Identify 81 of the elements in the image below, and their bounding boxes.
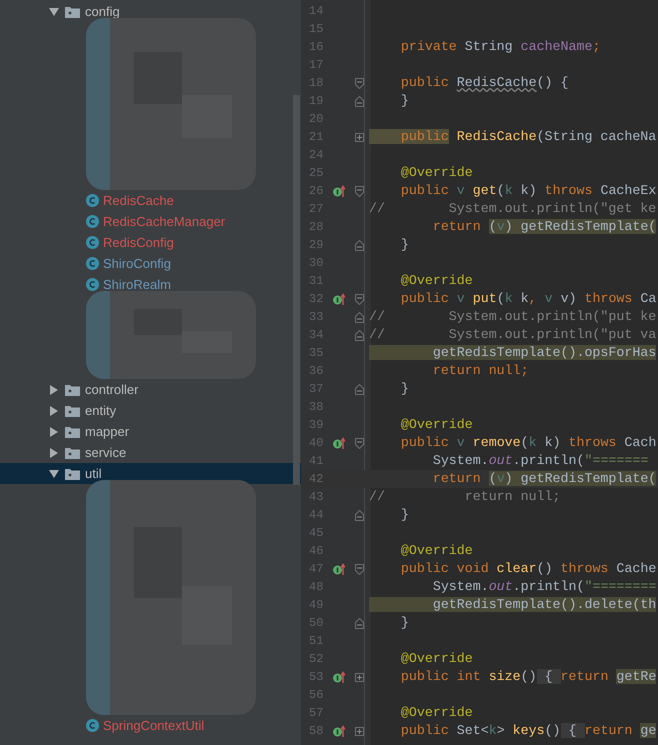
code-line: @Override: [400, 272, 473, 290]
override-icon[interactable]: [333, 437, 345, 449]
folder-row[interactable]: mapper: [0, 421, 301, 442]
code-line: // System.out.println("get ke: [369, 200, 656, 218]
folder-icon: [65, 446, 80, 458]
code-line: }: [400, 380, 409, 398]
folder-row[interactable]: config: [0, 1, 301, 22]
code-line: System.out.println("========: [432, 578, 656, 596]
class-icon: [86, 257, 99, 270]
folder-label: mapper: [85, 422, 130, 441]
folder-row[interactable]: service: [0, 442, 301, 463]
class-label: SpringContextUtil: [103, 716, 204, 735]
expanded-arrow-icon[interactable]: [49, 468, 59, 478]
folder-label: controller: [85, 380, 138, 399]
class-icon: [86, 215, 99, 228]
code-line: public RedisCache(String cacheNa: [369, 127, 656, 147]
collapse-fold-icon[interactable]: [355, 294, 364, 304]
override-icon[interactable]: [333, 293, 345, 305]
class-label: ShiroRealm: [103, 276, 171, 294]
folder-row[interactable]: entity: [0, 400, 301, 421]
override-icon[interactable]: [333, 671, 345, 683]
class-row[interactable]: ShiroRealm: [0, 274, 301, 295]
folder-icon: [65, 426, 80, 438]
code-line: System.out.println("=======: [432, 452, 648, 470]
code-line: }: [400, 506, 409, 524]
code-line: // return null;: [369, 488, 561, 506]
code-line: public v get(k k) throws CacheEx: [400, 182, 656, 200]
code-line: // System.out.println("put va: [369, 326, 656, 344]
code-line: public void clear() throws Cache: [400, 560, 656, 578]
expand-fold-icon[interactable]: [355, 672, 364, 682]
override-icon[interactable]: [333, 725, 345, 737]
code-line: private String cacheName;: [400, 38, 600, 56]
code-line: public v remove(k k) throws Cach: [400, 434, 656, 452]
class-row[interactable]: ShiroConfig: [0, 253, 301, 274]
code-line: }: [400, 236, 409, 254]
class-label: RedisCache: [103, 192, 174, 210]
class-icon: [86, 236, 99, 249]
folder-label: config: [85, 2, 120, 21]
scrollbar[interactable]: [293, 95, 300, 485]
folder-icon: [65, 468, 80, 480]
class-icon: [86, 278, 99, 291]
collapsed-arrow-icon[interactable]: [49, 448, 59, 458]
code-line: @Override: [400, 650, 473, 668]
collapse-fold-icon[interactable]: [355, 186, 364, 196]
collapse-fold-icon[interactable]: [355, 564, 364, 574]
folder-icon: [65, 6, 80, 18]
expand-fold-icon[interactable]: [355, 726, 364, 736]
code-line: public v put(k k, v v) throws Ca: [400, 290, 656, 308]
folder-label: entity: [85, 402, 116, 420]
code-line: return (v) getRedisTemplate(: [432, 470, 656, 488]
folder-icon: [65, 384, 80, 396]
folder-icon: [65, 404, 80, 416]
code-line: // System.out.println("put ke: [369, 308, 656, 326]
code-line: return (v) getRedisTemplate(: [432, 218, 656, 236]
collapse-fold-icon[interactable]: [355, 438, 364, 448]
collapsed-arrow-icon[interactable]: [49, 384, 59, 394]
override-icon[interactable]: [333, 563, 345, 575]
code-line: public RedisCache() {: [400, 74, 568, 92]
expand-fold-icon[interactable]: [355, 132, 364, 142]
expanded-arrow-icon[interactable]: [49, 6, 59, 16]
code-line: @Override: [400, 416, 473, 434]
class-icon: [86, 719, 99, 732]
class-label: RedisConfig: [103, 234, 174, 252]
class-icon: [86, 194, 99, 207]
code-line: @Override: [400, 164, 473, 182]
folder-label: util: [85, 464, 102, 483]
code-line: public int size() { return getRe: [400, 668, 656, 686]
override-icon[interactable]: [333, 185, 345, 197]
code-line: return null;: [432, 362, 529, 380]
code-line: }: [400, 92, 409, 110]
collapsed-arrow-icon[interactable]: [49, 406, 59, 416]
folder-row[interactable]: controller: [0, 379, 301, 400]
class-label: ShiroConfig: [103, 254, 171, 273]
class-label: RedisCacheManager: [103, 212, 226, 231]
code-line: @Override: [400, 542, 473, 560]
collapse-fold-icon[interactable]: [355, 78, 364, 88]
code-line: public Set<k> keys() { return ge: [400, 722, 656, 740]
collapsed-arrow-icon[interactable]: [49, 426, 59, 436]
folder-label: service: [85, 444, 126, 462]
code-line: @Override: [400, 704, 473, 722]
code-line: }: [400, 614, 409, 632]
